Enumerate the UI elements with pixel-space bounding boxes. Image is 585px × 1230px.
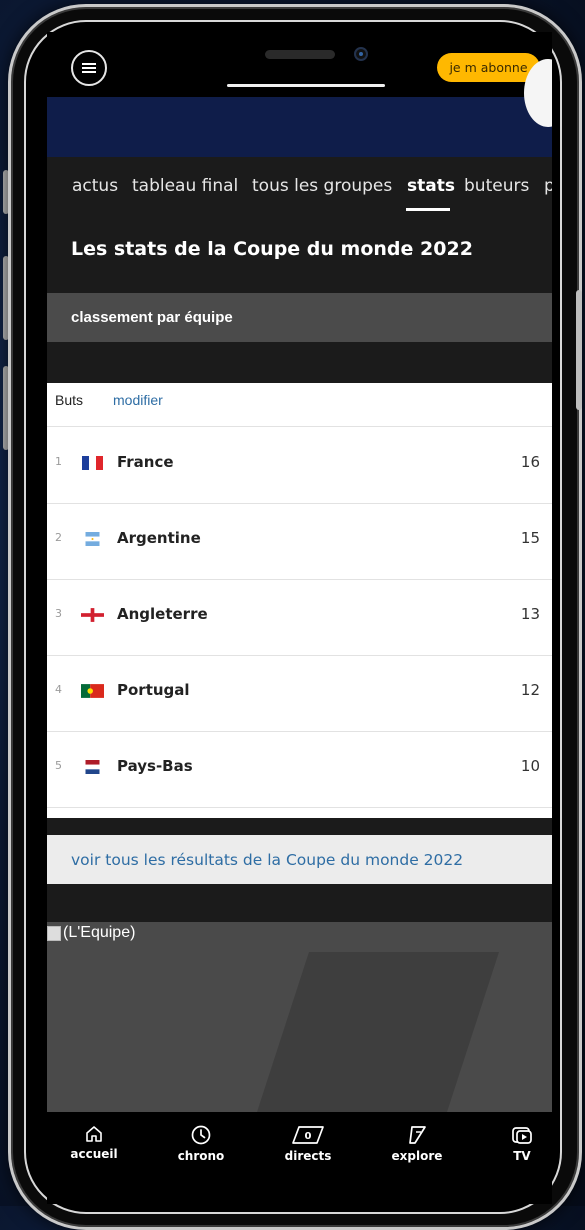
speaker-grille (265, 50, 335, 59)
nav-label: chrono (177, 1149, 225, 1163)
stat-label: Buts (55, 392, 84, 408)
see-all-banner: voir tous les résultats de la Coupe du m… (47, 835, 552, 884)
table-row[interactable]: 2 Argentine 15 (47, 503, 552, 580)
table-row[interactable]: 3 Angleterre 13 (47, 579, 552, 656)
tab-actus[interactable]: actus (72, 176, 118, 196)
rank: 2 (55, 531, 62, 544)
nav-label: accueil (70, 1147, 118, 1161)
rank: 5 (55, 759, 62, 772)
tab-buteurs[interactable]: buteurs (464, 176, 529, 196)
goals-value: 12 (520, 681, 540, 699)
section-title: classement par équipe (71, 309, 233, 326)
table-row[interactable]: 1 France 16 (47, 427, 552, 504)
clock-icon (191, 1125, 211, 1145)
nav-tv[interactable]: TV (482, 1124, 552, 1163)
subscribe-button[interactable]: je m abonne (437, 53, 540, 82)
media-block[interactable]: (L'Equipe) (47, 922, 552, 1112)
argentina-flag-icon (85, 532, 100, 546)
front-camera (354, 47, 368, 61)
tab-tous-les-groupes[interactable]: tous les groupes (252, 176, 392, 196)
country-name: Portugal (117, 681, 190, 699)
live-icon: 0 (292, 1126, 324, 1144)
goals-value: 16 (520, 453, 540, 471)
rank: 1 (55, 455, 62, 468)
spacer (47, 884, 552, 922)
nav-label: TV (513, 1149, 531, 1163)
nav-explore[interactable]: explore (377, 1124, 457, 1163)
england-flag-icon (81, 608, 104, 622)
spacer (47, 342, 552, 383)
modify-link[interactable]: modifier (113, 392, 163, 408)
nav-directs[interactable]: 0 directs (268, 1124, 348, 1163)
power-button (576, 290, 582, 410)
broken-image: (L'Equipe) (47, 924, 135, 942)
goals-value: 13 (520, 605, 540, 623)
table-header: Buts modifier (47, 383, 552, 427)
france-flag-icon (82, 456, 103, 470)
rank: 3 (55, 607, 62, 620)
see-all-results-link[interactable]: voir tous les résultats de la Coupe du m… (71, 851, 463, 869)
nav-chrono[interactable]: chrono (161, 1124, 241, 1163)
hamburger-icon (82, 63, 96, 73)
image-alt-text: (L'Equipe) (63, 924, 136, 941)
broken-image-icon (47, 925, 61, 941)
top-bar: je m abonne (47, 32, 552, 97)
explore-icon (409, 1126, 426, 1144)
goals-value: 10 (520, 757, 540, 775)
country-name: Argentine (117, 529, 201, 547)
page-title: Les stats de la Coupe du monde 2022 (71, 238, 473, 260)
goals-value: 15 (520, 529, 540, 547)
bottom-navigation: accueil chrono 0 directs explore TV (47, 1112, 552, 1204)
tab-tableau-final[interactable]: tableau final (132, 176, 238, 196)
country-name: Angleterre (117, 605, 208, 623)
nav-label: explore (391, 1149, 443, 1163)
tv-icon (512, 1127, 532, 1144)
media-background-shape (257, 952, 499, 1112)
tab-stats[interactable]: stats (407, 176, 455, 196)
rank: 4 (55, 683, 62, 696)
table-row[interactable]: 5 Pays-Bas 10 (47, 731, 552, 808)
section-header: classement par équipe (47, 293, 552, 342)
tab-bar: actus tableau final tous les groupes sta… (47, 157, 552, 211)
table-row[interactable]: 4 Portugal 12 (47, 655, 552, 732)
portugal-flag-icon (81, 684, 104, 698)
netherlands-flag-icon (85, 760, 100, 774)
live-badge: 0 (305, 1131, 312, 1142)
team-ranking-table: Buts modifier 1 France 16 2 Argentine 15… (47, 383, 552, 818)
home-icon (86, 1126, 102, 1142)
tab-more[interactable]: p (544, 176, 552, 196)
country-name: France (117, 453, 174, 471)
country-name: Pays-Bas (117, 757, 193, 775)
nav-label: directs (284, 1149, 332, 1163)
notch-indicator (227, 84, 385, 87)
nav-accueil[interactable]: accueil (54, 1124, 134, 1161)
spacer (47, 818, 552, 835)
screen: je m abonne actus tableau final tous les… (47, 32, 552, 1204)
active-tab-indicator (406, 208, 450, 211)
menu-button[interactable] (71, 50, 107, 86)
hero-banner (47, 59, 552, 157)
